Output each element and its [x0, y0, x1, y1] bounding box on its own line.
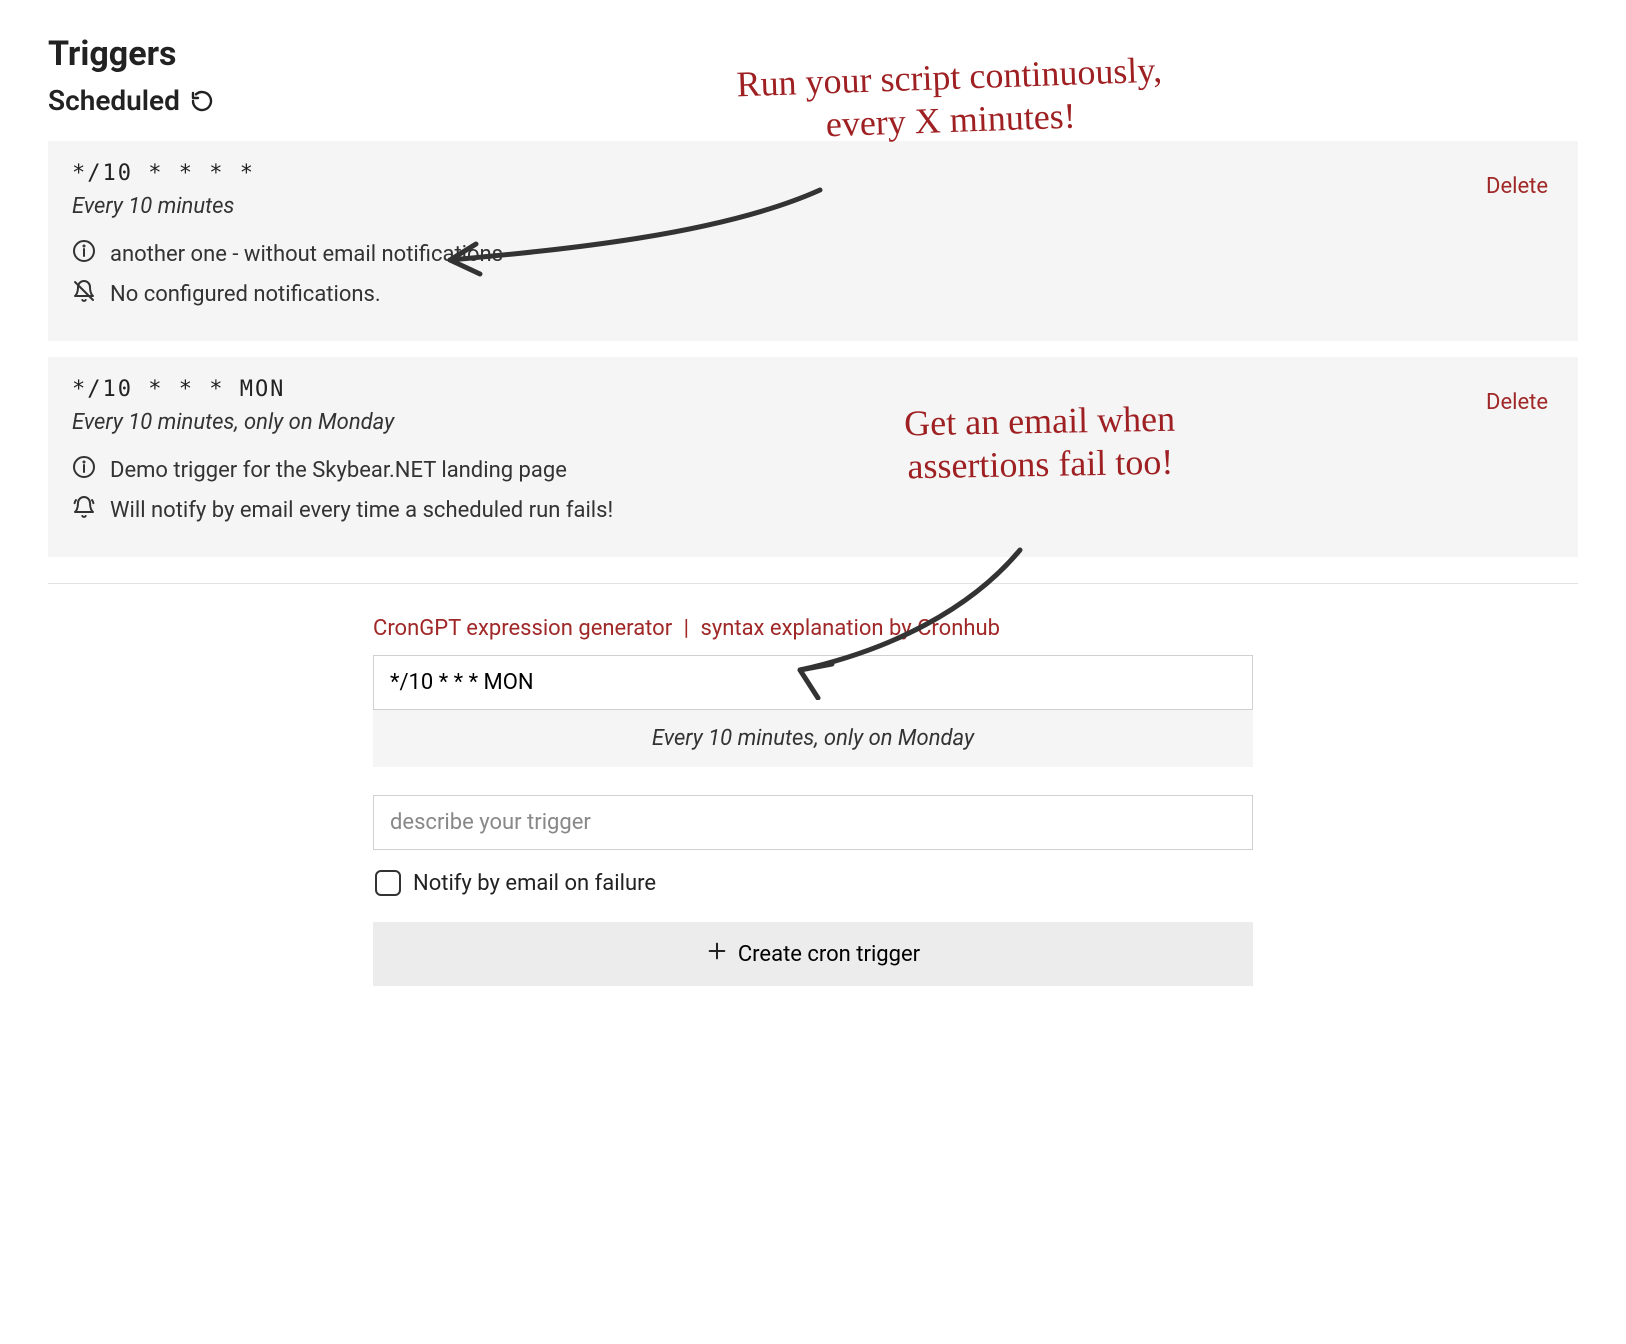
helper-links: CronGPT expression generator | syntax ex…: [373, 616, 1253, 641]
create-trigger-form: CronGPT expression generator | syntax ex…: [373, 616, 1253, 986]
plus-icon: [706, 940, 728, 968]
trigger-info-row: another one - without email notification…: [72, 239, 1554, 269]
cron-input[interactable]: [373, 655, 1253, 710]
create-cron-trigger-button[interactable]: Create cron trigger: [373, 922, 1253, 986]
describe-input[interactable]: [373, 795, 1253, 850]
cronhub-link[interactable]: syntax explanation by Cronhub: [700, 616, 999, 641]
trigger-notify-row: Will notify by email every time a schedu…: [72, 495, 1554, 525]
trigger-card: Delete */10 * * * * Every 10 minutes ano…: [48, 141, 1578, 341]
cron-preview: Every 10 minutes, only on Monday: [373, 710, 1253, 767]
bell-off-icon: [72, 279, 96, 309]
info-icon: [72, 455, 96, 485]
trigger-info-row: Demo trigger for the Skybear.NET landing…: [72, 455, 1554, 485]
notify-checkbox-label: Notify by email on failure: [413, 871, 656, 896]
delete-button[interactable]: Delete: [1480, 173, 1554, 200]
trigger-notify-row: No configured notifications.: [72, 279, 1554, 309]
trigger-cron-expr: */10 * * * MON: [72, 377, 1554, 402]
trigger-cron-expr: */10 * * * *: [72, 161, 1554, 186]
trigger-info-text: another one - without email notification…: [110, 242, 503, 267]
crongpt-link[interactable]: CronGPT expression generator: [373, 616, 672, 641]
divider: [48, 583, 1578, 584]
trigger-notify-text: Will notify by email every time a schedu…: [110, 498, 613, 523]
link-separator: |: [684, 616, 689, 641]
trigger-info-text: Demo trigger for the Skybear.NET landing…: [110, 458, 567, 483]
info-icon: [72, 239, 96, 269]
notify-checkbox[interactable]: [375, 870, 401, 896]
trigger-cron-description: Every 10 minutes, only on Monday: [72, 410, 1554, 435]
trigger-notify-text: No configured notifications.: [110, 282, 381, 307]
trigger-card: Delete */10 * * * MON Every 10 minutes, …: [48, 357, 1578, 557]
section-heading-scheduled: Scheduled: [48, 84, 1578, 117]
trigger-cron-description: Every 10 minutes: [72, 194, 1554, 219]
bell-ring-icon: [72, 495, 96, 525]
notify-checkbox-row: Notify by email on failure: [375, 870, 1253, 896]
delete-button[interactable]: Delete: [1480, 389, 1554, 416]
create-button-label: Create cron trigger: [738, 942, 920, 967]
section-heading-label: Scheduled: [48, 84, 180, 117]
reload-icon[interactable]: [190, 89, 214, 113]
page-title: Triggers: [48, 34, 1578, 74]
